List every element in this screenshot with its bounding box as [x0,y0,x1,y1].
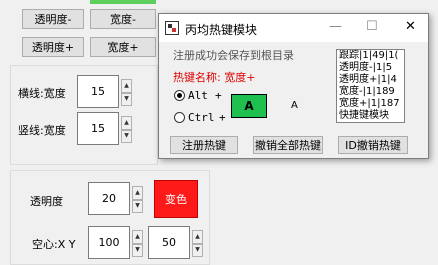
width-minus-button[interactable]: 宽度- [90,9,156,29]
spin-up-icon[interactable]: ▲ [121,116,132,130]
app-icon [165,21,179,35]
hollow-x-input[interactable]: 100 [88,226,130,259]
hotkey-list[interactable]: 跟踪|1|49|1( 透明度-|1|5 透明度+|1|4 宽度-|1|189 宽… [336,49,405,123]
hollow-x-spinner[interactable]: ▲ ▼ [132,230,143,257]
change-color-button[interactable]: 变色 [154,180,198,218]
list-item[interactable]: 宽度-|1|189 [337,86,404,98]
alt-plus-sign: + [215,89,222,102]
hotkey-key-field[interactable]: A [231,94,267,118]
maximize-icon[interactable]: ☐ [366,19,378,34]
spin-down-icon[interactable]: ▼ [132,243,143,257]
list-item[interactable]: 快捷键模块 [337,110,404,122]
hollow-xy-label: 空心:X Y [32,238,76,251]
list-item[interactable]: 宽度+|1|187 [337,98,404,110]
dialog-titlebar[interactable]: 丙均热键模块 — ☐ ✕ [159,14,428,42]
vertical-line-width-label: 竖线:宽度 [18,124,66,137]
hollow-y-spinner[interactable]: ▲ ▼ [192,230,203,257]
opacity-minus-button[interactable]: 透明度- [22,9,84,29]
spin-down-icon[interactable]: ▼ [121,129,132,143]
spin-down-icon[interactable]: ▼ [192,243,203,257]
opacity-input[interactable]: 20 [88,182,130,215]
opacity-plus-button[interactable]: 透明度+ [22,37,84,57]
spin-down-icon[interactable]: ▼ [121,92,132,106]
vertical-width-spinner[interactable]: ▲ ▼ [121,116,132,143]
list-item[interactable]: 透明度-|1|5 [337,62,404,74]
minimize-icon[interactable]: — [329,19,342,34]
spin-up-icon[interactable]: ▲ [132,230,143,244]
opacity-spinner[interactable]: ▲ ▼ [132,186,143,213]
hotkey-name-label: 热键名称: 宽度+ [173,71,256,84]
unregister-all-button[interactable]: 撤销全部热键 [253,136,323,154]
register-hotkey-button[interactable]: 注册热键 [170,136,238,154]
ctrl-label: Ctrl [188,111,215,124]
vertical-width-input[interactable]: 15 [77,112,119,145]
spin-up-icon[interactable]: ▲ [121,79,132,93]
close-icon[interactable]: ✕ [405,19,416,34]
list-item[interactable]: 跟踪|1|49|1( [337,50,404,62]
spin-down-icon[interactable]: ▼ [132,199,143,213]
alt-label: Alt [188,89,208,102]
hollow-y-input[interactable]: 50 [148,226,190,259]
spin-up-icon[interactable]: ▲ [192,230,203,244]
save-note: 注册成功会保存到根目录 [173,49,294,62]
ctrl-plus-sign: + [219,111,226,124]
top-color-strip [90,0,156,4]
dialog-title: 丙均热键模块 [185,23,258,37]
alt-radio[interactable] [174,90,185,101]
width-plus-button[interactable]: 宽度+ [90,37,156,57]
ctrl-radio[interactable] [174,112,185,123]
unregister-by-id-button[interactable]: ID撤销热键 [338,136,408,154]
horizontal-line-width-label: 横线:宽度 [18,87,66,100]
key-echo-label: A [291,100,298,111]
horizontal-width-input[interactable]: 15 [77,75,119,108]
spin-up-icon[interactable]: ▲ [132,186,143,200]
hotkey-dialog: 丙均热键模块 — ☐ ✕ 注册成功会保存到根目录 热键名称: 宽度+ Alt +… [158,13,429,159]
list-item[interactable]: 透明度+|1|4 [337,74,404,86]
horizontal-width-spinner[interactable]: ▲ ▼ [121,79,132,106]
opacity-label: 透明度 [30,195,63,208]
